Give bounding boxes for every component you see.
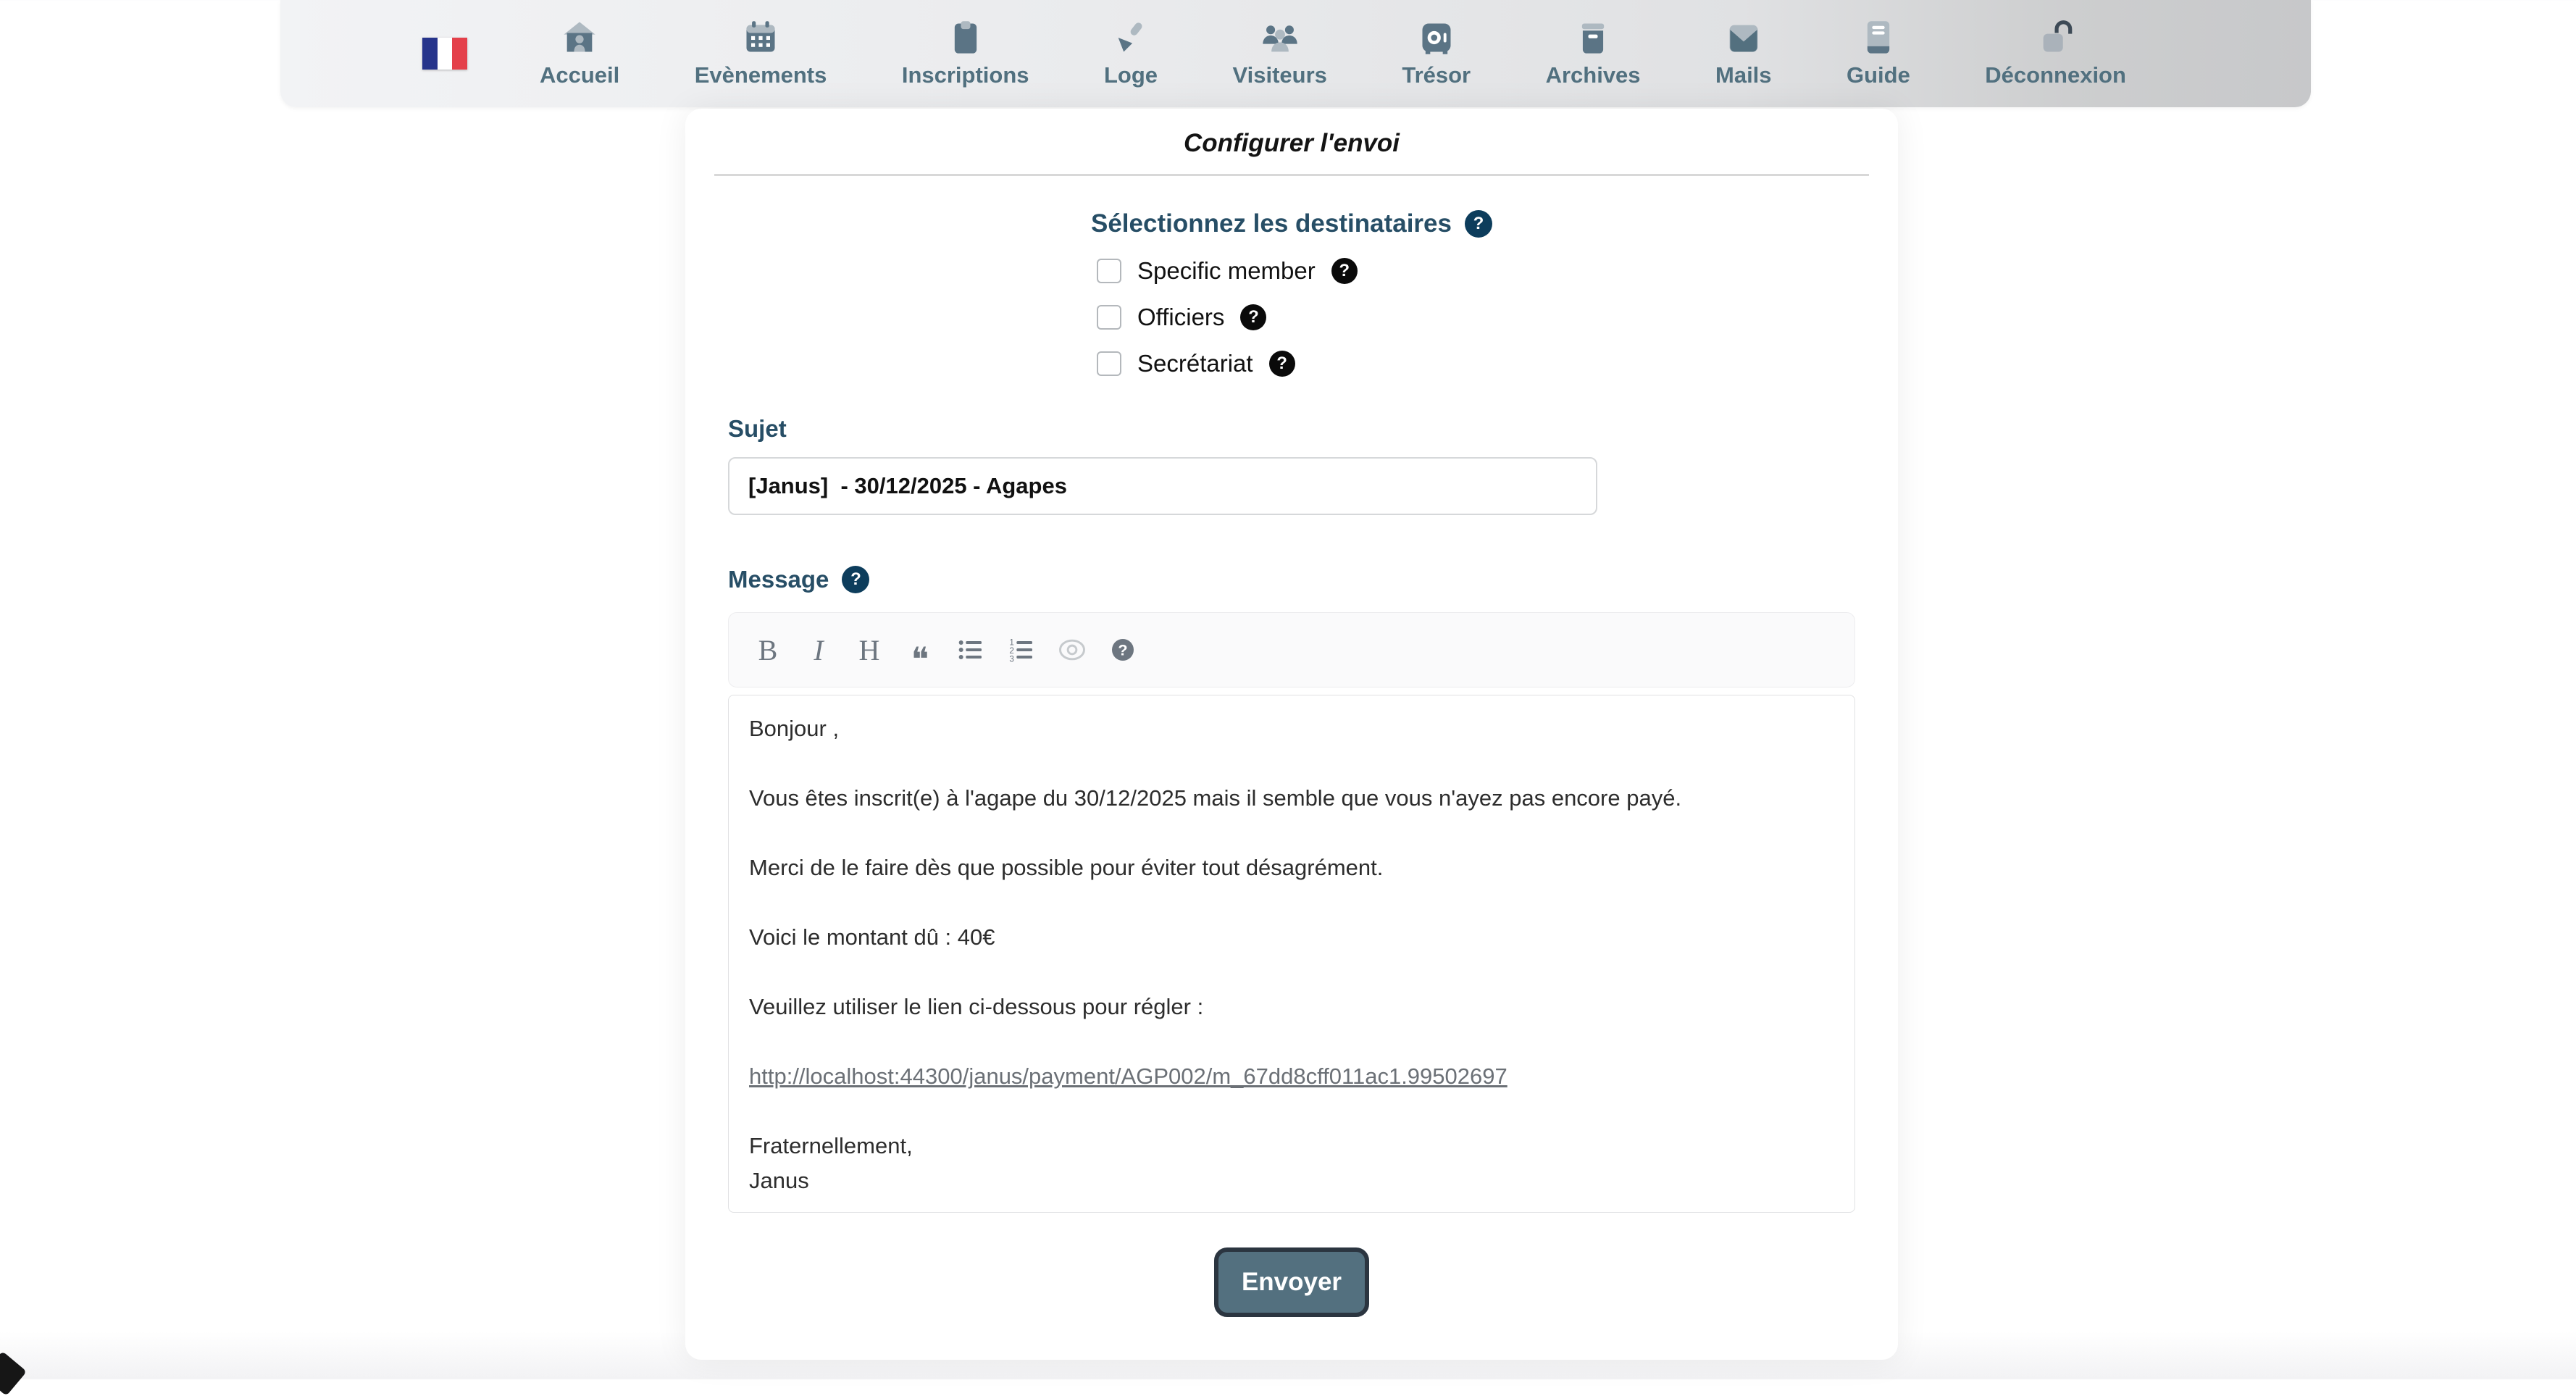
title-divider (714, 174, 1869, 176)
nav-label: Guide (1847, 62, 1910, 88)
unlock-icon (2037, 19, 2075, 57)
book-icon (1860, 19, 1897, 57)
message-paragraph: http://localhost:44300/janus/payment/AGP… (749, 1059, 1834, 1094)
nav-label: Accueil (540, 62, 619, 88)
svg-text:3: 3 (1009, 655, 1013, 664)
nav-item-evenements[interactable]: Evènements (695, 19, 827, 88)
recipient-option-specific-member: Specific member ? (1097, 257, 1358, 285)
checkbox-label: Secrétariat (1137, 350, 1253, 377)
visitors-group-icon (1260, 19, 1300, 57)
main-panel: Configurer l'envoi Sélectionnez les dest… (685, 109, 1898, 1360)
message-label: Message (728, 566, 829, 593)
nav-label: Trésor (1402, 62, 1471, 88)
nav-item-tresor[interactable]: Trésor (1402, 19, 1471, 88)
officiers-checkbox[interactable] (1097, 305, 1121, 330)
calendar-icon (742, 19, 779, 57)
nav-label: Visiteurs (1233, 62, 1327, 88)
ordered-list-icon[interactable]: 123 (1001, 624, 1042, 675)
nav-item-visiteurs[interactable]: Visiteurs (1233, 19, 1327, 88)
recipient-option-officiers: Officiers ? (1097, 304, 1266, 331)
nav-label: Déconnexion (1985, 62, 2126, 88)
subject-input[interactable] (728, 457, 1597, 515)
subject-label: Sujet (728, 415, 1898, 443)
nav-label: Mails (1715, 62, 1772, 88)
message-label-row: Message ? (728, 566, 1898, 593)
signature-line: Fraternellement, (749, 1129, 1834, 1163)
heading-icon[interactable]: H (849, 624, 890, 675)
message-paragraph: Veuillez utiliser le lien ci-dessous pou… (749, 990, 1834, 1024)
message-paragraph: Vous êtes inscrit(e) à l'agape du 30/12/… (749, 781, 1834, 816)
recipients-heading: Sélectionnez les destinataires ? (1091, 209, 1492, 238)
preview-eye-icon[interactable] (1052, 624, 1092, 675)
officiers-help-icon[interactable]: ? (1240, 304, 1266, 330)
secretariat-checkbox[interactable] (1097, 351, 1121, 376)
message-help-icon[interactable]: ? (842, 566, 869, 593)
secretariat-help-icon[interactable]: ? (1269, 351, 1295, 377)
nav-items: Accueil Evènements Inscriptions Loge Vis (540, 19, 2126, 88)
specific-member-checkbox[interactable] (1097, 259, 1121, 283)
nav-label: Loge (1104, 62, 1158, 88)
page-title: Configurer l'envoi (685, 129, 1898, 158)
nav-label: Archives (1546, 62, 1641, 88)
message-paragraph: Voici le montant dû : 40€ (749, 920, 1834, 955)
mail-envelope-icon (1725, 19, 1762, 57)
archive-box-icon (1574, 19, 1612, 57)
recipients-help-icon[interactable]: ? (1465, 210, 1492, 238)
payment-link[interactable]: http://localhost:44300/janus/payment/AGP… (749, 1063, 1507, 1089)
message-paragraph: Bonjour , (749, 711, 1834, 746)
nav-item-mails[interactable]: Mails (1715, 19, 1772, 88)
checkbox-label: Specific member (1137, 257, 1316, 285)
unordered-list-icon[interactable] (950, 624, 991, 675)
french-flag-icon (422, 38, 467, 70)
nav-item-inscriptions[interactable]: Inscriptions (902, 19, 1029, 88)
safe-icon (1418, 19, 1455, 57)
message-editor-body[interactable]: Bonjour , Vous êtes inscrit(e) à l'agape… (728, 695, 1855, 1213)
editor-help-icon[interactable]: ? (1103, 624, 1143, 675)
nav-label: Evènements (695, 62, 827, 88)
nav-item-loge[interactable]: Loge (1104, 19, 1158, 88)
nav-item-guide[interactable]: Guide (1847, 19, 1910, 88)
italic-icon[interactable]: I (798, 624, 839, 675)
nav-label: Inscriptions (902, 62, 1029, 88)
clipboard-icon (947, 19, 984, 57)
home-icon (561, 19, 598, 57)
nav-item-accueil[interactable]: Accueil (540, 19, 619, 88)
editor-toolbar: B I H ❝ 123 ? (728, 612, 1855, 687)
nav-item-archives[interactable]: Archives (1546, 19, 1641, 88)
top-navbar: Accueil Evènements Inscriptions Loge Vis (280, 0, 2311, 107)
send-button[interactable]: Envoyer (1214, 1247, 1369, 1317)
recipients-heading-label: Sélectionnez les destinataires (1091, 209, 1452, 238)
specific-member-help-icon[interactable]: ? (1331, 258, 1358, 284)
mouse-cursor-artifact (0, 1351, 27, 1396)
recipient-option-secretariat: Secrétariat ? (1097, 350, 1295, 377)
bold-icon[interactable]: B (748, 624, 788, 675)
checkbox-label: Officiers (1137, 304, 1224, 331)
trowel-icon (1112, 19, 1150, 57)
message-paragraph: Merci de le faire dès que possible pour … (749, 850, 1834, 885)
recipients-section: Sélectionnez les destinataires ? Specifi… (1091, 209, 1492, 377)
nav-item-deconnexion[interactable]: Déconnexion (1985, 19, 2126, 88)
signature-line: Janus (749, 1163, 1834, 1198)
svg-text:?: ? (1118, 641, 1127, 659)
blockquote-icon[interactable]: ❝ (900, 624, 940, 675)
